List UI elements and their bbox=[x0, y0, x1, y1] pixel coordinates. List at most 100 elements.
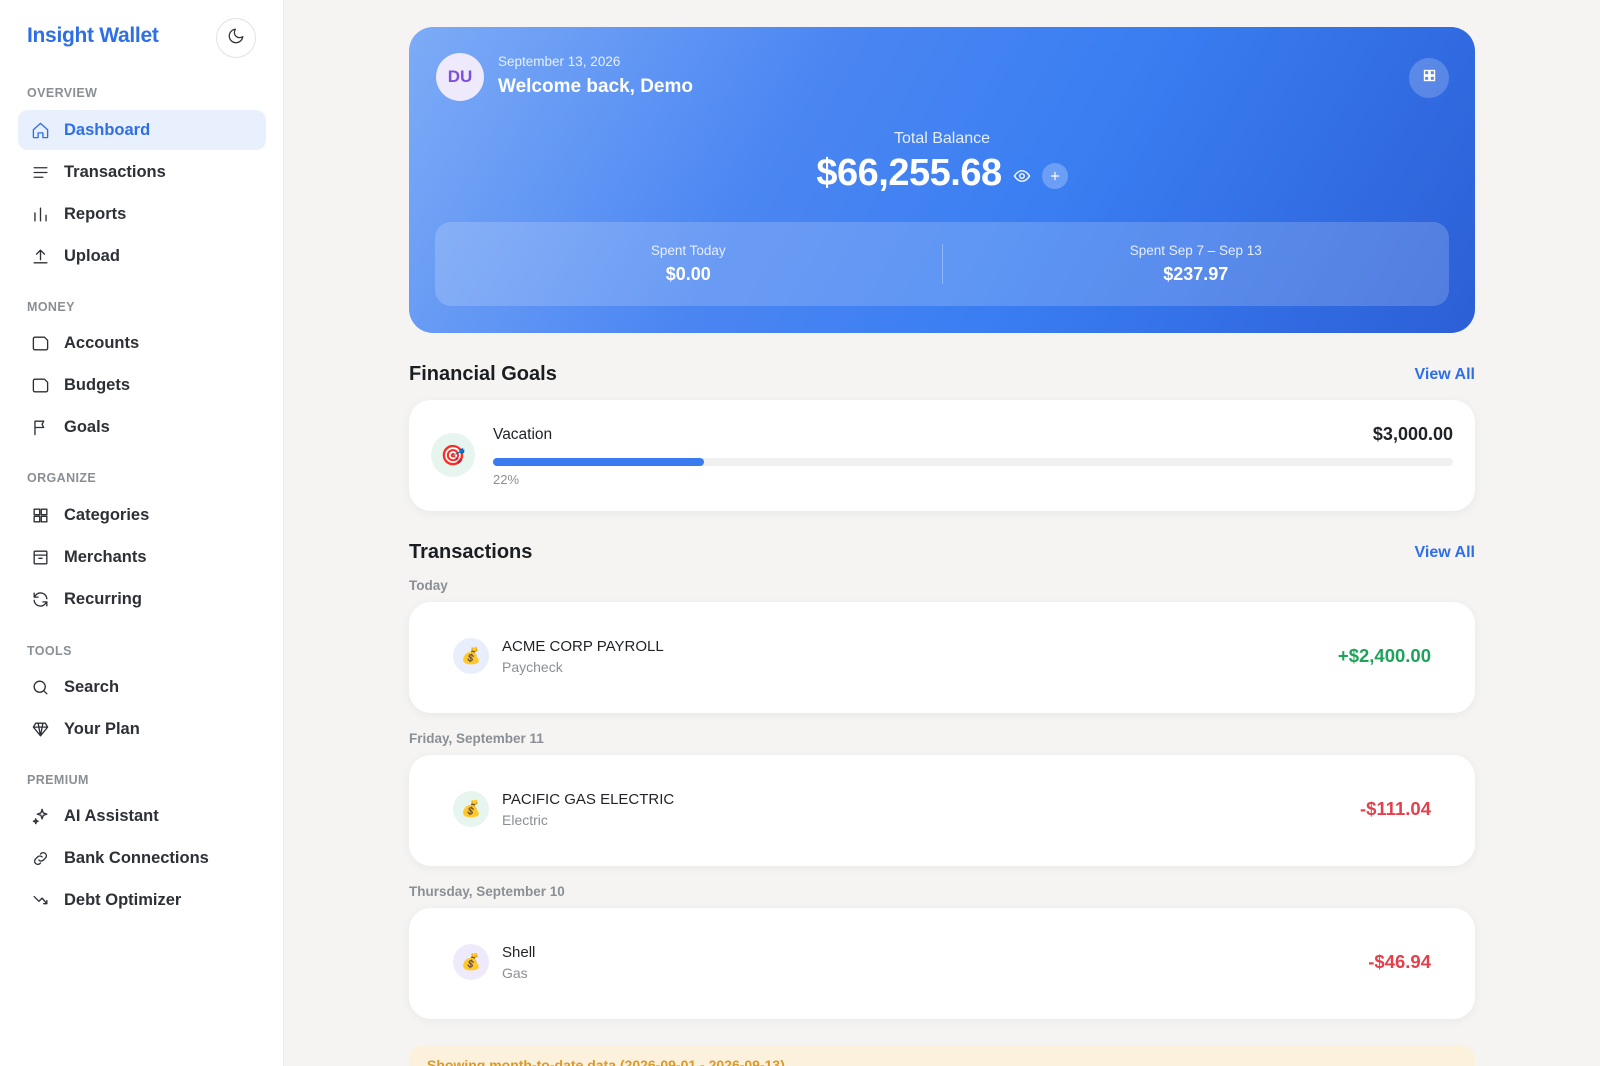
sparkle-icon bbox=[30, 806, 50, 826]
home-icon bbox=[30, 120, 50, 140]
section-label-money: MONEY bbox=[27, 300, 75, 314]
date-group-label: Today bbox=[409, 578, 448, 593]
date-group-label: Thursday, September 10 bbox=[409, 884, 565, 899]
theme-toggle-button[interactable] bbox=[216, 18, 256, 58]
sidebar-item-label: Recurring bbox=[64, 589, 142, 608]
sidebar-item-label: Bank Connections bbox=[64, 848, 209, 867]
transaction-category: Gas bbox=[502, 965, 528, 981]
sidebar-item-label: Your Plan bbox=[64, 719, 140, 738]
spent-week: Spent Sep 7 – Sep 13 $237.97 bbox=[943, 222, 1450, 306]
grid-icon bbox=[30, 505, 50, 525]
widgets-button[interactable] bbox=[1409, 58, 1449, 98]
archive-icon bbox=[30, 547, 50, 567]
section-label-overview: OVERVIEW bbox=[27, 86, 98, 100]
transaction-merchant: PACIFIC GAS ELECTRIC bbox=[502, 791, 675, 808]
transaction-row[interactable]: 💰 ACME CORP PAYROLL Paycheck +$2,400.00 bbox=[409, 602, 1475, 713]
transaction-category: Paycheck bbox=[502, 659, 563, 675]
refresh-icon bbox=[30, 589, 50, 609]
flag-icon bbox=[30, 417, 50, 437]
transactions-view-all-link[interactable]: View All bbox=[1415, 544, 1475, 562]
section-label-premium: PREMIUM bbox=[27, 773, 89, 787]
sidebar-item-label: Accounts bbox=[64, 333, 140, 352]
sidebar-item-reports[interactable]: Reports bbox=[18, 194, 266, 234]
sidebar-item-label: AI Assistant bbox=[64, 806, 159, 825]
transaction-row[interactable]: 💰 PACIFIC GAS ELECTRIC Electric -$111.04 bbox=[409, 755, 1475, 866]
goal-percent: 22% bbox=[493, 472, 520, 487]
spent-week-value: $237.97 bbox=[1163, 264, 1229, 284]
sidebar-item-budgets[interactable]: Budgets bbox=[18, 365, 266, 405]
spending-summary: Spent Today $0.00 Spent Sep 7 – Sep 13 $… bbox=[435, 222, 1449, 306]
transaction-merchant: Shell bbox=[502, 944, 536, 961]
sidebar-item-label: Reports bbox=[64, 204, 127, 223]
upload-icon bbox=[30, 246, 50, 266]
sidebar-item-upload[interactable]: Upload bbox=[18, 236, 266, 276]
sidebar-item-categories[interactable]: Categories bbox=[18, 495, 266, 535]
sidebar-item-recurring[interactable]: Recurring bbox=[18, 579, 266, 619]
bar-chart-icon bbox=[30, 204, 50, 224]
folder-icon bbox=[30, 333, 50, 353]
sidebar-item-label: Budgets bbox=[64, 375, 130, 394]
balance-card: DU September 13, 2026 Welcome back, Demo… bbox=[409, 27, 1475, 333]
grid-icon bbox=[1422, 68, 1437, 88]
sidebar-item-search[interactable]: Search bbox=[18, 667, 266, 707]
section-label-tools: TOOLS bbox=[27, 644, 72, 658]
date-group-label: Friday, September 11 bbox=[409, 731, 544, 746]
balance-row: $66,255.68 bbox=[409, 152, 1475, 195]
moon-icon bbox=[227, 27, 245, 50]
brand-logo[interactable]: Insight Wallet bbox=[27, 24, 159, 48]
eye-icon[interactable] bbox=[1012, 166, 1032, 186]
sidebar-item-your-plan[interactable]: Your Plan bbox=[18, 709, 266, 749]
goal-card[interactable]: 🎯 Vacation $3,000.00 22% bbox=[409, 400, 1475, 511]
spent-today-value: $0.00 bbox=[665, 264, 711, 284]
date-range-notice: Showing month-to-date data (2026-09-01 -… bbox=[409, 1045, 1475, 1066]
folder-icon bbox=[30, 375, 50, 395]
transaction-category: Electric bbox=[502, 812, 548, 828]
plus-icon bbox=[1050, 171, 1059, 180]
goal-progress-bar bbox=[493, 458, 1453, 466]
spent-today: Spent Today $0.00 bbox=[435, 222, 942, 306]
transaction-amount: -$111.04 bbox=[1360, 798, 1431, 819]
transactions-title: Transactions bbox=[409, 541, 533, 563]
current-date: September 13, 2026 bbox=[498, 54, 621, 69]
sidebar-item-label: Dashboard bbox=[64, 120, 151, 139]
sidebar: Insight Wallet OVERVIEW MONEY ORGANIZE T… bbox=[0, 0, 284, 1066]
target-icon: 🎯 bbox=[431, 433, 475, 477]
welcome-message: Welcome back, Demo bbox=[498, 76, 694, 97]
goal-name: Vacation bbox=[493, 426, 553, 443]
goal-progress-fill bbox=[493, 458, 705, 466]
list-icon bbox=[30, 162, 50, 182]
sidebar-item-transactions[interactable]: Transactions bbox=[18, 152, 266, 192]
sidebar-item-label: Goals bbox=[64, 417, 110, 436]
sidebar-item-accounts[interactable]: Accounts bbox=[18, 323, 266, 363]
goals-view-all-link[interactable]: View All bbox=[1415, 366, 1475, 384]
money-bag-icon: 💰 bbox=[453, 944, 489, 980]
add-balance-button[interactable] bbox=[1041, 162, 1068, 189]
total-balance-label: Total Balance bbox=[893, 130, 991, 147]
sidebar-item-merchants[interactable]: Merchants bbox=[18, 537, 266, 577]
transaction-amount: +$2,400.00 bbox=[1337, 645, 1431, 666]
financial-goals-title: Financial Goals bbox=[409, 363, 557, 385]
goal-amount: $3,000.00 bbox=[1372, 424, 1453, 444]
transaction-amount: -$46.94 bbox=[1368, 951, 1431, 972]
sidebar-item-ai-assistant[interactable]: AI Assistant bbox=[18, 796, 266, 836]
money-bag-icon: 💰 bbox=[453, 638, 489, 674]
transaction-merchant: ACME CORP PAYROLL bbox=[502, 638, 664, 655]
search-icon bbox=[30, 677, 50, 697]
sidebar-item-label: Transactions bbox=[64, 162, 166, 181]
sidebar-item-label: Merchants bbox=[64, 547, 147, 566]
link-icon bbox=[30, 848, 50, 868]
sidebar-item-dashboard[interactable]: Dashboard bbox=[18, 110, 266, 150]
sidebar-item-goals[interactable]: Goals bbox=[18, 407, 266, 447]
total-balance-value: $66,255.68 bbox=[816, 152, 1002, 194]
trend-down-icon bbox=[30, 890, 50, 910]
money-bag-icon: 💰 bbox=[453, 791, 489, 827]
section-label-organize: ORGANIZE bbox=[27, 471, 97, 485]
transaction-row[interactable]: 💰 Shell Gas -$46.94 bbox=[409, 908, 1475, 1019]
sidebar-item-label: Debt Optimizer bbox=[64, 890, 182, 909]
diamond-icon bbox=[30, 719, 50, 739]
avatar[interactable]: DU bbox=[436, 53, 484, 101]
sidebar-item-label: Categories bbox=[64, 505, 150, 524]
spent-today-label: Spent Today bbox=[650, 243, 726, 258]
sidebar-item-bank-connections[interactable]: Bank Connections bbox=[18, 838, 266, 878]
sidebar-item-debt-optimizer[interactable]: Debt Optimizer bbox=[18, 880, 266, 920]
